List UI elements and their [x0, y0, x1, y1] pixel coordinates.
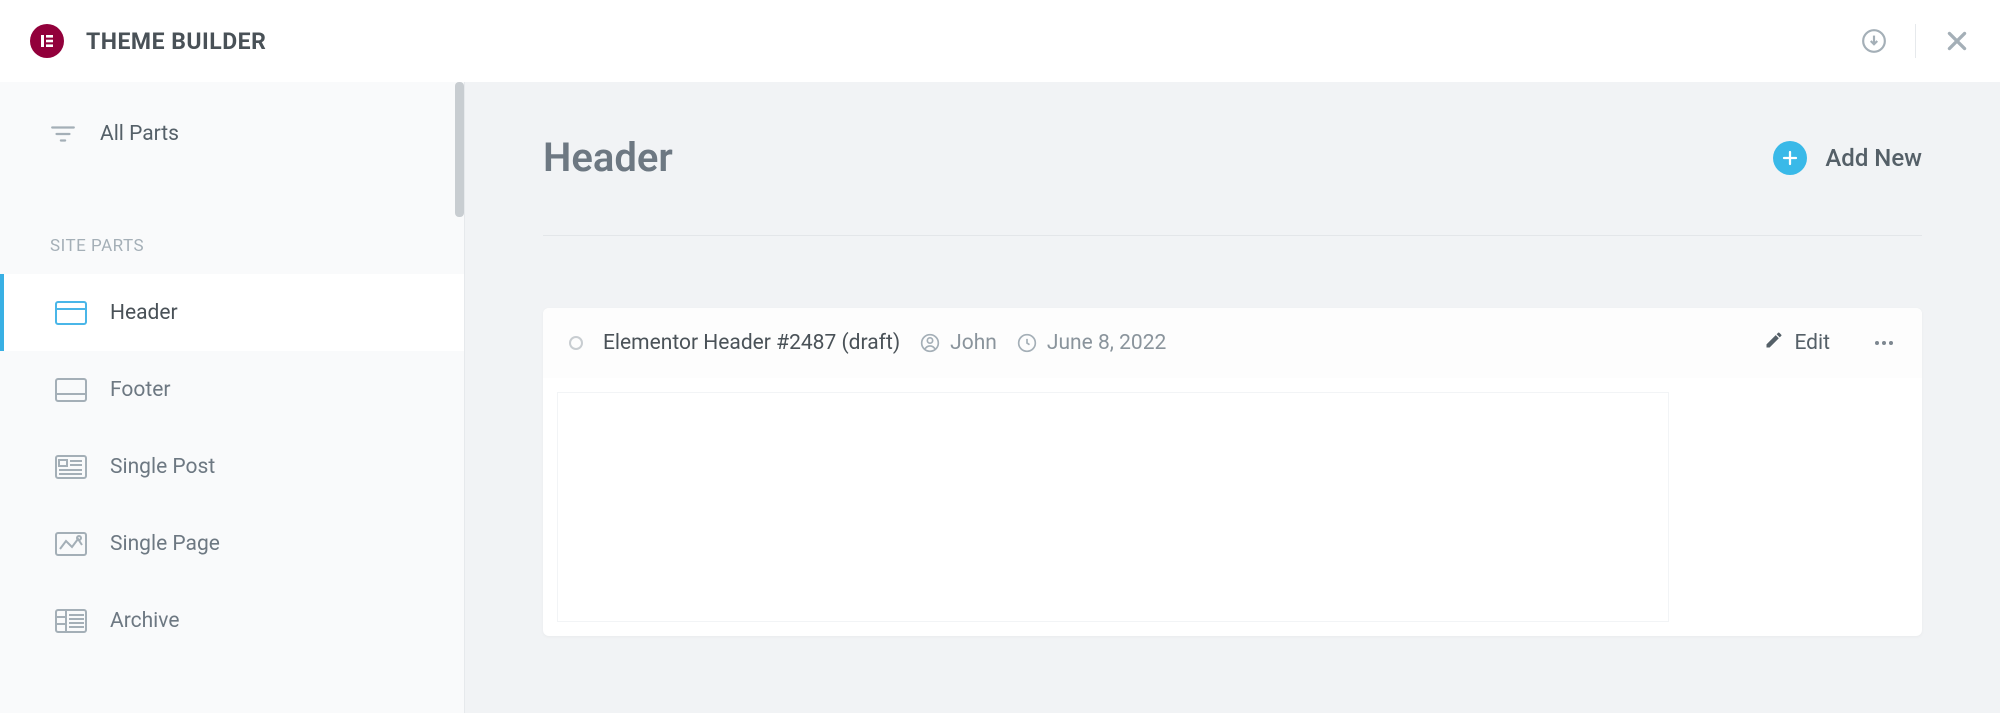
page-title: Header	[543, 134, 673, 181]
edit-button[interactable]: Edit	[1764, 330, 1830, 356]
elementor-logo	[30, 24, 64, 58]
scrollbar[interactable]	[455, 82, 464, 217]
sidebar-item-label: Archive	[110, 609, 179, 633]
topbar: THEME BUILDER	[0, 0, 2000, 82]
sidebar-item-label: Single Post	[110, 455, 215, 479]
page-head: Header Add New	[543, 134, 1922, 236]
more-icon[interactable]	[1872, 331, 1896, 355]
sidebar-all-parts[interactable]: All Parts	[0, 82, 464, 170]
add-new-button[interactable]: Add New	[1773, 141, 1922, 175]
plus-icon	[1773, 141, 1807, 175]
sidebar-item-header[interactable]: Header	[0, 274, 464, 351]
template-card-head: Elementor Header #2487 (draft) John	[543, 308, 1922, 378]
divider	[1915, 24, 1916, 58]
add-new-label: Add New	[1825, 144, 1922, 172]
app-title: THEME BUILDER	[86, 28, 266, 55]
author-name: John	[950, 331, 997, 355]
sidebar-item-single-page[interactable]: Single Page	[0, 505, 464, 582]
sidebar-all-parts-label: All Parts	[100, 122, 179, 146]
sidebar: All Parts SITE PARTS Header Footer	[0, 82, 465, 713]
sidebar-item-label: Single Page	[110, 532, 220, 556]
template-card: Elementor Header #2487 (draft) John	[543, 308, 1922, 636]
sidebar-item-label: Footer	[110, 378, 170, 402]
template-title[interactable]: Elementor Header #2487 (draft)	[603, 331, 900, 355]
template-date: June 8, 2022	[1017, 331, 1166, 355]
footer-icon	[54, 377, 88, 403]
clock-icon	[1017, 333, 1037, 353]
filter-icon	[50, 124, 76, 144]
header-icon	[54, 300, 88, 326]
template-preview[interactable]	[557, 392, 1669, 622]
status-indicator	[569, 336, 583, 350]
single-post-icon	[54, 454, 88, 480]
template-card-body	[543, 378, 1922, 636]
date-text: June 8, 2022	[1047, 331, 1166, 355]
sidebar-item-archive[interactable]: Archive	[0, 582, 464, 659]
single-page-icon	[54, 531, 88, 557]
template-author: John	[920, 331, 997, 355]
sidebar-item-single-post[interactable]: Single Post	[0, 428, 464, 505]
body: All Parts SITE PARTS Header Footer	[0, 82, 2000, 713]
main: Header Add New Elementor Header #2487 (d…	[465, 82, 2000, 713]
topbar-actions	[1861, 24, 1970, 58]
sidebar-item-footer[interactable]: Footer	[0, 351, 464, 428]
user-icon	[920, 333, 940, 353]
elementor-logo-icon	[39, 33, 55, 49]
download-icon[interactable]	[1861, 28, 1887, 54]
close-icon[interactable]	[1944, 28, 1970, 54]
archive-icon	[54, 608, 88, 634]
sidebar-section-label: SITE PARTS	[0, 170, 464, 274]
pencil-icon	[1764, 330, 1784, 356]
sidebar-item-label: Header	[110, 301, 178, 325]
edit-label: Edit	[1794, 331, 1830, 355]
